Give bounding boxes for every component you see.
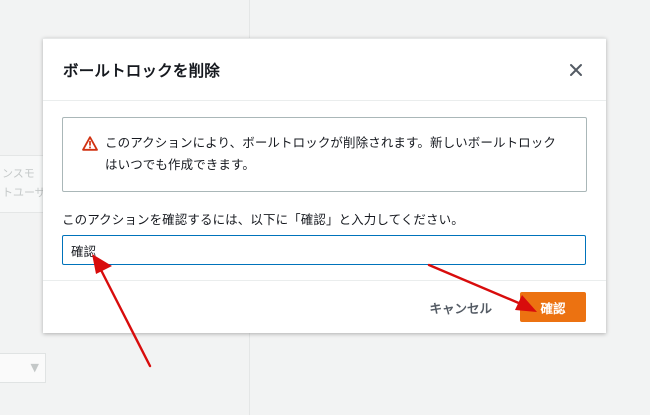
- dialog-footer: キャンセル 確認: [43, 280, 606, 333]
- dialog-header: ボールトロックを削除: [43, 39, 606, 101]
- cancel-button[interactable]: キャンセル: [429, 298, 492, 317]
- dialog-title: ボールトロックを削除: [63, 61, 221, 80]
- background-select: ▼: [0, 353, 46, 383]
- warning-message: このアクションにより、ボールトロックが削除されます。新しいボールトロック はいつ…: [105, 132, 556, 191]
- background-card-text: ンスモ: [2, 167, 35, 180]
- confirm-button[interactable]: 確認: [520, 292, 586, 322]
- warning-alert: このアクションにより、ボールトロックが削除されます。新しいボールトロック はいつ…: [62, 117, 587, 192]
- warning-triangle-icon: [82, 136, 98, 191]
- background-card-text: トユーザ: [2, 186, 46, 199]
- delete-vault-lock-dialog: ボールトロックを削除 このアクションにより、ボールトロックが削除されます。新しい…: [43, 38, 606, 333]
- close-button[interactable]: [564, 58, 588, 82]
- warning-message-line: はいつでも作成できます。: [105, 157, 255, 172]
- confirm-text-input[interactable]: [62, 235, 586, 265]
- warning-message-line: このアクションにより、ボールトロックが削除されます。新しいボールトロック: [105, 135, 556, 150]
- chevron-down-icon: ▼: [30, 361, 39, 374]
- dialog-body: このアクションにより、ボールトロックが削除されます。新しいボールトロック はいつ…: [43, 101, 606, 265]
- close-icon: [570, 63, 582, 76]
- confirm-instruction-label: このアクションを確認するには、以下に「確認」と入力してください。: [62, 212, 464, 227]
- background-card: ンスモ トユーザ: [0, 155, 46, 213]
